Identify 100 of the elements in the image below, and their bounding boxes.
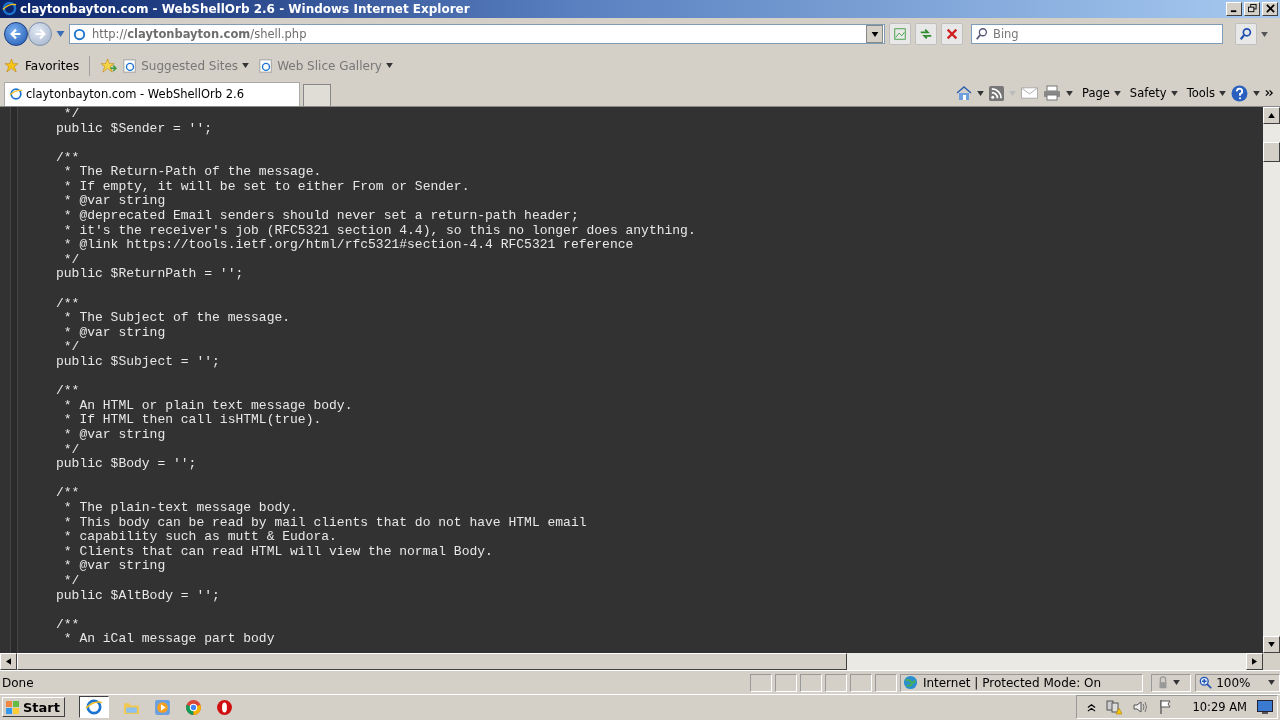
- address-field[interactable]: http://claytonbayton.com/shell.php: [69, 24, 885, 45]
- close-icon: [1265, 4, 1275, 14]
- dropdown-icon[interactable]: [1261, 31, 1268, 37]
- browser-logo-icon: [2, 1, 17, 17]
- menu-button[interactable]: Page: [1082, 86, 1121, 101]
- browser-logo-icon: [85, 698, 103, 717]
- show-desktop-icon[interactable]: [1257, 700, 1273, 715]
- caret-icon: [870, 31, 879, 37]
- code-line: * @link https://tools.ietf.org/html/rfc5321#section-4.4 RFC5321 reference: [62, 238, 634, 253]
- browser-taskbar-button[interactable]: [79, 696, 109, 719]
- code-line: */: [62, 442, 80, 458]
- code-line: public $AltBody = '';: [56, 588, 220, 604]
- page-icon: [72, 26, 87, 42]
- search-icon: [1239, 27, 1253, 42]
- chevron-icon[interactable]: [1265, 89, 1274, 98]
- browser-tab[interactable]: claytonbayton.com - WebShellOrb 2.6: [4, 81, 300, 106]
- page-icon: [259, 58, 274, 73]
- window-title: claytonbayton.com - WebShellOrb 2.6 - Windows Internet Explorer: [20, 1, 470, 16]
- back-button[interactable]: [4, 22, 28, 47]
- caret-icon: [242, 63, 250, 69]
- code-line: * @deprecated Email senders should never set a return-path header;: [62, 209, 579, 224]
- dropdown-icon[interactable]: [1253, 90, 1260, 96]
- code-line: * Clients that can read HTML will view the normal Body.: [62, 544, 493, 560]
- favorites-button[interactable]: Favorites: [4, 58, 80, 74]
- caret-left-icon: [6, 657, 11, 665]
- code-line: /**: [56, 296, 80, 312]
- code-line: public $Subject = '';: [56, 355, 220, 370]
- media-player-icon[interactable]: [154, 698, 171, 716]
- code-line: */: [62, 106, 80, 122]
- opera-icon[interactable]: [216, 698, 233, 716]
- menu-button[interactable]: Tools: [1186, 86, 1226, 101]
- status-text: Done: [1, 675, 35, 690]
- search-button[interactable]: [1235, 23, 1257, 46]
- code-line: */: [62, 252, 80, 268]
- caret-icon: [385, 63, 393, 69]
- help-icon[interactable]: [1231, 84, 1248, 102]
- code-line: * @var string: [62, 559, 166, 574]
- refresh-icon: [919, 27, 933, 42]
- globe-icon: [902, 675, 918, 691]
- speaker-icon[interactable]: [1132, 699, 1149, 716]
- printer-icon[interactable]: [1043, 85, 1061, 102]
- code-line: * @var string: [62, 428, 166, 443]
- star-icon: [4, 58, 19, 74]
- dropdown-icon[interactable]: [977, 90, 984, 96]
- status-panel: [825, 673, 847, 692]
- menu-button[interactable]: Safety: [1129, 86, 1178, 101]
- windows-logo-icon: [5, 699, 21, 716]
- code-line: * The Subject of the message.: [62, 311, 291, 326]
- code-line: * An iCal message part body: [62, 632, 275, 647]
- code-line: * If empty, it will be set to either From or Sender.: [62, 179, 470, 195]
- minimize-button[interactable]: [1226, 1, 1242, 16]
- search-icon: [975, 27, 989, 42]
- caret-down-icon: [1268, 641, 1275, 647]
- refresh-button[interactable]: [915, 23, 937, 46]
- code-line: * An HTML or plain text message body.: [62, 398, 353, 414]
- status-panel: [849, 673, 872, 692]
- code-line: /**: [56, 150, 80, 166]
- code-line: * @var string: [62, 194, 166, 210]
- code-line: * @var string: [62, 325, 166, 341]
- new-tab-button[interactable]: [303, 83, 331, 106]
- code-line: */: [62, 340, 80, 355]
- zoom-icon: [1199, 675, 1214, 690]
- caret-icon: [1113, 90, 1121, 96]
- browser-logo-icon: [9, 87, 23, 102]
- scroll-thumb[interactable]: [1263, 141, 1280, 162]
- status-panel: [750, 673, 773, 692]
- dropdown-button[interactable]: [866, 25, 883, 44]
- chrome-icon[interactable]: [185, 698, 202, 716]
- clock[interactable]: 10:29 AM: [1192, 700, 1247, 715]
- code-line: * If HTML then call isHTML(true).: [62, 413, 322, 428]
- search-field[interactable]: Bing: [971, 24, 1223, 45]
- home-icon[interactable]: [956, 85, 972, 102]
- code-line: * The plain-text message body.: [62, 500, 298, 516]
- vertical-scrollbar[interactable]: [1263, 106, 1280, 653]
- security-button[interactable]: [1151, 673, 1192, 692]
- code-line: * capability such as mutt & Eudora.: [62, 530, 337, 545]
- dropdown-icon[interactable]: [1066, 90, 1073, 96]
- code-line: /**: [56, 384, 80, 399]
- feed-icon[interactable]: [989, 85, 1004, 101]
- scroll-down-button[interactable]: [1263, 635, 1280, 653]
- arrow-left-icon: [9, 27, 23, 42]
- status-panel: [775, 673, 798, 692]
- restore-button[interactable]: [1244, 1, 1260, 16]
- caret-icon: [1173, 680, 1181, 686]
- code-line: /**: [56, 486, 80, 501]
- page-icon: [123, 58, 138, 73]
- network-warning-icon[interactable]: [1106, 699, 1123, 716]
- code-line: public $Body = '';: [56, 457, 197, 472]
- security-zone[interactable]: Internet | Protected Mode: On: [899, 673, 1144, 692]
- stop-button[interactable]: [941, 23, 963, 46]
- start-button[interactable]: Start: [2, 697, 65, 718]
- zoom-button[interactable]: 100%: [1195, 673, 1280, 692]
- code-line: * The Return-Path of the message.: [62, 165, 322, 180]
- close-button[interactable]: [1262, 1, 1278, 16]
- status-panel: [800, 673, 822, 692]
- code-line: /**: [56, 617, 80, 633]
- chevron-up-icon[interactable]: [1087, 702, 1097, 712]
- code-line: * it's the receiver's job (RFC5321 section 4.4), so this no longer does anything.: [62, 223, 696, 239]
- code-line: public $ReturnPath = '';: [56, 267, 244, 283]
- caret-right-icon: [1252, 657, 1257, 665]
